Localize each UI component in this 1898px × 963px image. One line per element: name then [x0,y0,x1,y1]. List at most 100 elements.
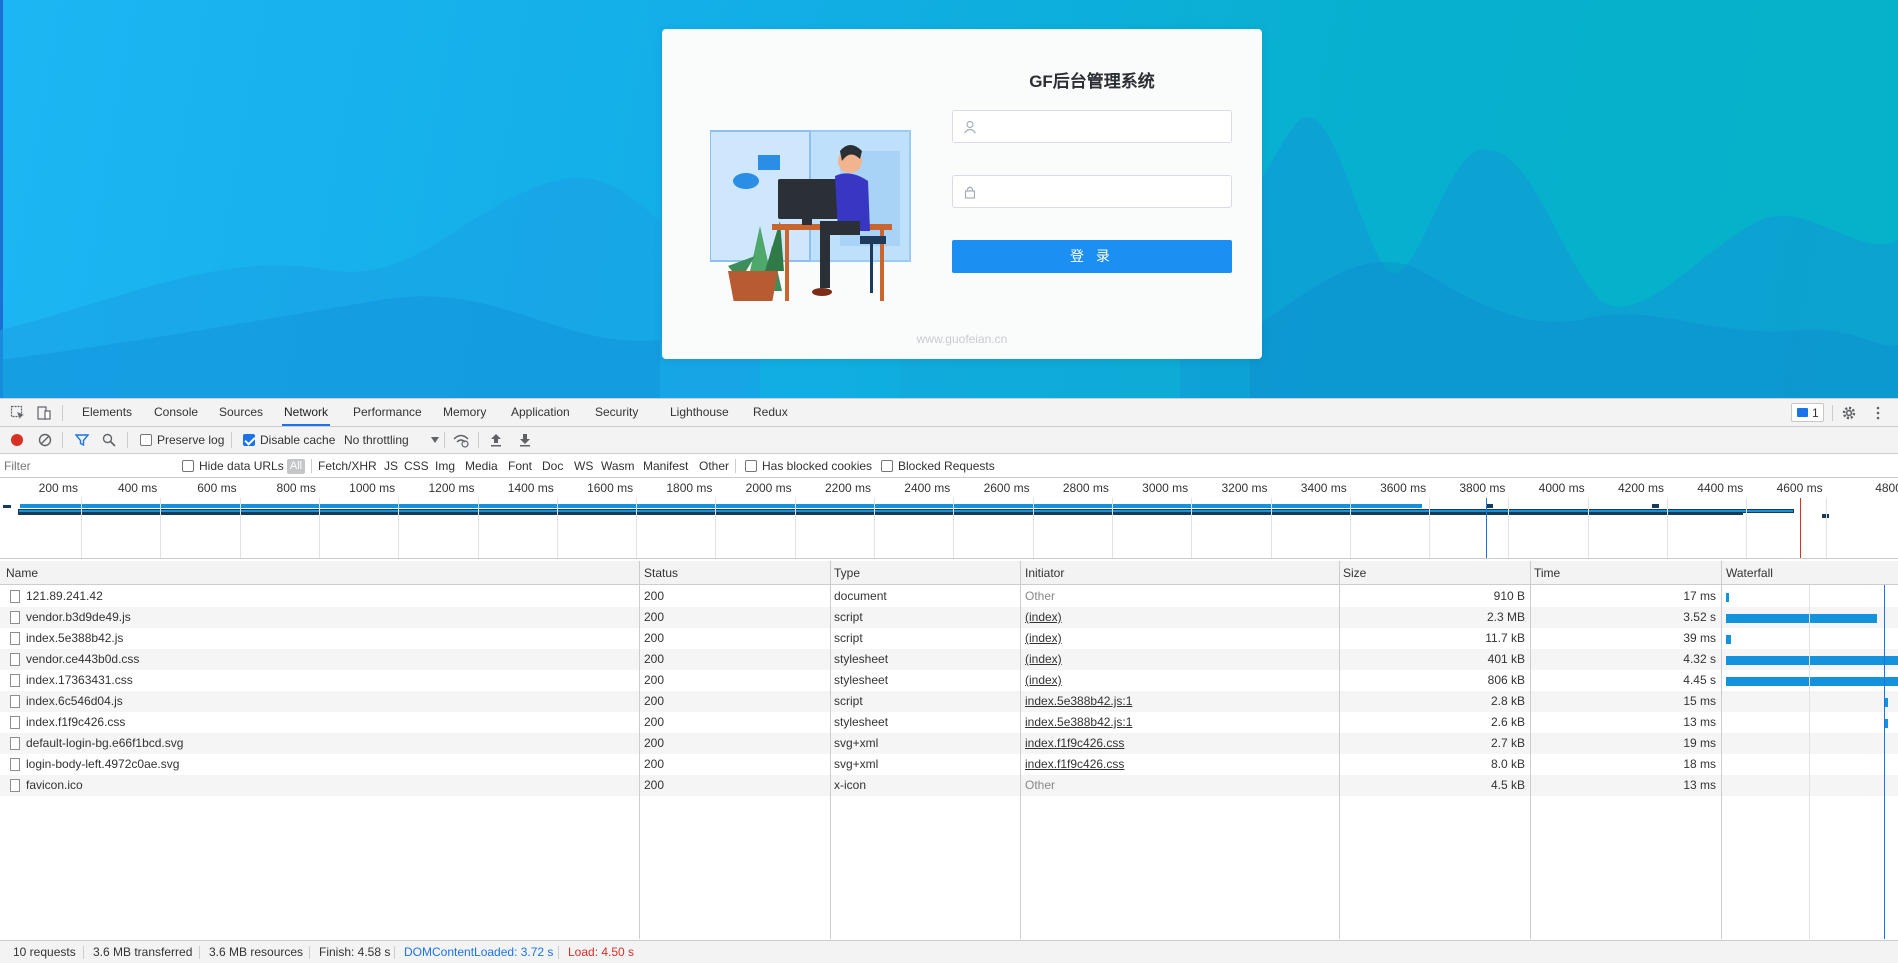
hide-data-urls-checkbox[interactable] [182,460,194,472]
cell-initiator[interactable]: (index) [1025,670,1325,691]
table-row[interactable]: favicon.ico 200 x-icon Other 4.5 kB 13 ms [0,775,1898,796]
record-icon[interactable] [10,433,24,447]
throttling-select[interactable]: No throttling [344,427,409,453]
column-name[interactable]: Name [6,561,38,585]
cell-initiator[interactable]: index.f1f9c426.css [1025,754,1325,775]
devtools-tab-bar: Elements Console Sources Network Perform… [0,399,1898,427]
load-marker-line [1800,498,1801,558]
settings-gear-icon[interactable] [1841,405,1857,421]
cell-initiator: Other [1025,589,1056,603]
tab-console[interactable]: Console [152,399,200,426]
preserve-log-checkbox[interactable] [140,434,152,446]
filter-type-manifest[interactable]: Manifest [643,454,688,478]
filter-type-font[interactable]: Font [508,454,532,478]
overview-tick-label: 200 ms [38,481,78,495]
disable-cache-checkbox[interactable] [243,434,255,446]
filter-type-other[interactable]: Other [699,454,729,478]
overview-tick-label: 2800 ms [1062,481,1109,495]
cell-initiator[interactable]: index.f1f9c426.css [1025,733,1325,754]
issues-badge[interactable]: 1 [1791,403,1824,422]
table-row[interactable]: index.f1f9c426.css 200 stylesheet index.5e3… [0,712,1898,733]
password-input[interactable] [983,180,1223,203]
column-divider[interactable] [1020,561,1021,939]
filter-type-js[interactable]: JS [384,454,398,478]
tab-redux[interactable]: Redux [751,399,790,426]
overview-bar [20,504,1422,508]
import-har-icon[interactable] [490,433,502,447]
column-time[interactable]: Time [1534,561,1560,585]
overview-gridline [953,498,955,558]
table-row[interactable]: vendor.ce443b0d.css 200 stylesheet (index) 4… [0,649,1898,670]
export-har-icon[interactable] [519,433,531,447]
issues-count: 1 [1812,406,1819,420]
file-icon [10,653,20,666]
tab-sources[interactable]: Sources [217,399,265,426]
column-divider[interactable] [830,561,831,939]
column-initiator[interactable]: Initiator [1025,561,1064,585]
tab-application[interactable]: Application [509,399,572,426]
cell-size: 11.7 kB [1485,631,1525,645]
table-row[interactable]: index.5e388b42.js 200 script (index) 11.7 kB… [0,628,1898,649]
password-field[interactable] [952,175,1232,208]
search-icon[interactable] [102,433,116,447]
cell-type: script [834,631,863,645]
has-blocked-cookies-checkbox[interactable] [745,460,757,472]
toolbar-divider [62,432,63,448]
cell-time: 19 ms [1683,736,1716,750]
table-row[interactable]: default-login-bg.e66f1bcd.svg 200 svg+xml i… [0,733,1898,754]
column-divider[interactable] [1530,561,1531,939]
network-conditions-icon[interactable] [452,432,470,448]
filter-all-button[interactable]: All [287,459,305,474]
more-options-icon[interactable] [1870,405,1886,421]
username-field[interactable] [952,110,1232,143]
clear-icon[interactable] [38,433,52,447]
tab-elements[interactable]: Elements [80,399,134,426]
blocked-requests-checkbox[interactable] [881,460,893,472]
cell-initiator[interactable]: (index) [1025,607,1325,628]
device-toolbar-icon[interactable] [36,405,52,421]
filter-type-ws[interactable]: WS [574,454,593,478]
column-divider[interactable] [1721,561,1722,939]
filter-type-css[interactable]: CSS [404,454,429,478]
table-row[interactable]: index.6c546d04.js 200 script index.5e388b42… [0,691,1898,712]
column-type[interactable]: Type [834,561,860,585]
overview-tick-label: 3600 ms [1380,481,1427,495]
column-size[interactable]: Size [1343,561,1366,585]
tab-performance[interactable]: Performance [351,399,424,426]
filter-funnel-icon[interactable] [75,433,89,447]
table-row[interactable]: vendor.b3d9de49.js 200 script (index) 2.3 MB… [0,607,1898,628]
tab-network[interactable]: Network [282,399,331,426]
status-finish: Finish: 4.58 s [319,945,391,959]
column-divider[interactable] [639,561,640,939]
tab-security[interactable]: Security [593,399,640,426]
file-icon [10,695,20,708]
filter-type-fetch-xhr[interactable]: Fetch/XHR [318,454,377,478]
column-status[interactable]: Status [644,561,678,585]
cell-time: 15 ms [1683,694,1716,708]
cell-status: 200 [644,652,665,666]
cell-initiator[interactable]: index.5e388b42.js:1 [1025,712,1325,733]
tab-lighthouse[interactable]: Lighthouse [668,399,731,426]
cell-initiator[interactable]: (index) [1025,649,1325,670]
filter-input[interactable] [4,457,174,475]
table-row[interactable]: index.17363431.css 200 stylesheet (index) 80… [0,670,1898,691]
cell-status: 200 [644,589,665,603]
cell-initiator[interactable]: (index) [1025,628,1325,649]
filter-type-doc[interactable]: Doc [542,454,563,478]
username-input[interactable] [983,115,1223,138]
filter-type-wasm[interactable]: Wasm [601,454,635,478]
cell-type: stylesheet [834,652,889,666]
timeline-overview[interactable]: 200 ms 400 ms 600 ms 800 ms 1000 ms 1200 ms 14… [0,478,1898,559]
inspect-element-icon[interactable] [10,405,26,421]
column-divider[interactable] [1339,561,1340,939]
chevron-down-icon[interactable] [431,437,439,443]
waterfall-gridline [1809,585,1810,939]
cell-initiator[interactable]: index.5e388b42.js:1 [1025,691,1325,712]
column-waterfall[interactable]: Waterfall [1726,561,1773,585]
table-row[interactable]: 121.89.241.42 200 document Other 910 B 17 ms [0,586,1898,607]
login-button[interactable]: 登 录 [952,240,1232,273]
table-row[interactable]: login-body-left.4972c0ae.svg 200 svg+xml in… [0,754,1898,775]
tab-memory[interactable]: Memory [441,399,488,426]
filter-type-media[interactable]: Media [465,454,498,478]
filter-type-img[interactable]: Img [435,454,455,478]
